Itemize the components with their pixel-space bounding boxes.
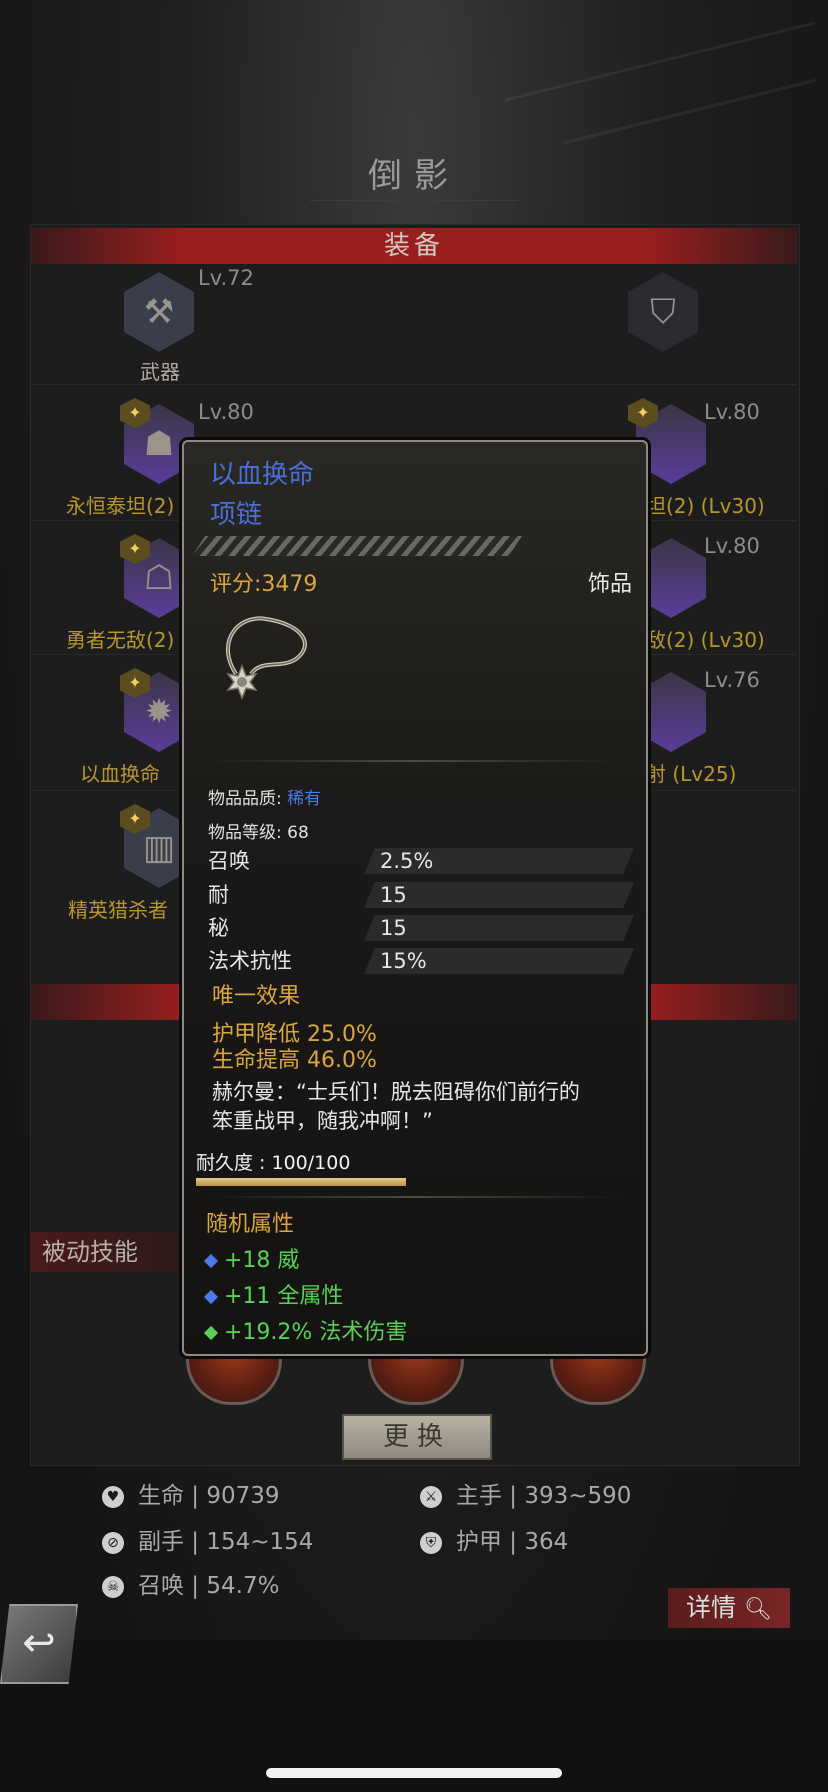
slot-level: Lv.80 xyxy=(198,400,254,424)
stat-text: 副手 | 154~154 xyxy=(138,1529,314,1555)
passive-skills-label: 被动技能 xyxy=(30,1232,192,1272)
swap-button[interactable]: 更换 xyxy=(342,1414,492,1460)
stat-offhand: ⊘ 副手 | 154~154 xyxy=(102,1522,313,1556)
back-arrow-icon: ↩ xyxy=(22,1620,56,1666)
slot-level: Lv.80 xyxy=(704,534,760,558)
slot-name: 武器 xyxy=(140,360,180,384)
stat-text: 召唤 | 54.7% xyxy=(138,1573,280,1599)
slot-name: 精英猎杀者 xyxy=(68,898,168,922)
sword-icon: ⚔ xyxy=(420,1485,442,1508)
slot-level: Lv.76 xyxy=(704,668,760,692)
durability-text: 耐久度 : 100/100 xyxy=(196,1152,351,1174)
unique-effect-line: 生命提高 46.0% xyxy=(212,1048,377,1073)
stat-health: ♥ 生命 | 90739 xyxy=(102,1476,280,1510)
axe-icon: ⚒ xyxy=(143,292,175,332)
stat-text: 主手 | 393~590 xyxy=(456,1483,632,1509)
item-score: 评分:3479 xyxy=(210,572,318,597)
quality-label: 物品品质: xyxy=(208,789,288,809)
stat-label: 秘 xyxy=(208,916,229,940)
stat-summon: ☠ 召唤 | 54.7% xyxy=(102,1566,279,1600)
slot-level: Lv.72 xyxy=(198,266,254,290)
stat-value: 15 xyxy=(380,916,407,940)
quote-line: 笨重战甲，随我冲啊！” xyxy=(212,1109,433,1133)
random-attr-line: +11 全属性 xyxy=(203,1278,344,1310)
stat-value: 2.5% xyxy=(380,849,434,873)
random-attr-line: +19.2% 法术伤害 xyxy=(203,1314,408,1346)
item-quality: 物品品质: 稀有 xyxy=(208,784,321,809)
slot-name: 敌(2) (Lv30) xyxy=(646,628,765,652)
stat-mainhand: ⚔ 主手 | 393~590 xyxy=(420,1476,631,1510)
blue-gem-icon xyxy=(203,1289,219,1305)
slot-level: Lv.80 xyxy=(704,400,760,424)
slot-name: 勇者无敌(2) xyxy=(66,628,175,652)
title-divider xyxy=(310,200,518,201)
item-stat-row: 耐 15 xyxy=(204,880,634,910)
tooltip-stripe-divider xyxy=(192,536,522,556)
stat-value: 15 xyxy=(380,883,407,907)
stat-text: 生命 | 90739 xyxy=(138,1483,280,1509)
stat-label: 召唤 xyxy=(208,849,250,873)
heart-icon: ♥ xyxy=(102,1485,124,1508)
durability-fill xyxy=(196,1178,406,1186)
durability-bar xyxy=(196,1178,406,1186)
random-attr-text: +11 全属性 xyxy=(224,1284,344,1309)
blue-gem-icon xyxy=(203,1253,219,1269)
equipment-header: 装备 xyxy=(30,228,798,264)
random-attr-title: 随机属性 xyxy=(206,1212,295,1237)
item-level: 物品等级: 68 xyxy=(208,823,309,843)
item-stat-row: 召唤 2.5% xyxy=(204,846,634,876)
slot-name: 以血换命 xyxy=(80,762,160,786)
item-lore-quote: 赫尔曼：“士兵们！脱去阻碍你们前行的 笨重战甲，随我冲啊！” xyxy=(212,1078,632,1136)
random-attr-line: +18 威 xyxy=(203,1242,300,1274)
page-title: 倒影 xyxy=(368,156,460,196)
random-attr-text: +19.2% 法术伤害 xyxy=(224,1320,408,1345)
item-type: 项链 xyxy=(210,500,263,530)
shield-slot-icon: ⛉ xyxy=(650,292,676,332)
item-name: 以血换命 xyxy=(210,460,315,490)
home-indicator[interactable] xyxy=(266,1768,562,1778)
stat-label: 耐 xyxy=(208,883,229,907)
unique-effect-title: 唯一效果 xyxy=(212,984,301,1009)
summon-icon: ☠ xyxy=(102,1575,124,1598)
green-gem-icon xyxy=(203,1325,219,1341)
slot-name: 射 (Lv25) xyxy=(646,762,737,786)
necklace-item-icon xyxy=(225,616,307,701)
slot-name: 坦(2) (Lv30) xyxy=(646,494,765,518)
details-button[interactable]: 详情 🔍︎ xyxy=(668,1588,790,1628)
magnifier-icon: 🔍︎ xyxy=(744,1597,772,1622)
stat-text: 护甲 | 364 xyxy=(456,1529,569,1555)
back-button[interactable]: ↩ xyxy=(0,1604,78,1684)
item-stat-row: 秘 15 xyxy=(204,913,634,943)
stat-value: 15% xyxy=(380,949,427,973)
random-attr-text: +18 威 xyxy=(224,1248,300,1273)
quote-line: 赫尔曼：“士兵们！脱去阻碍你们前行的 xyxy=(212,1080,580,1104)
stat-label: 法术抗性 xyxy=(208,949,292,973)
details-label: 详情 xyxy=(686,1593,737,1622)
quality-value: 稀有 xyxy=(287,789,322,809)
stat-armor: ⛨ 护甲 | 364 xyxy=(420,1522,568,1556)
item-category: 饰品 xyxy=(587,572,632,597)
item-tooltip: 以血换命 项链 评分:3479 饰品 物品品质: 稀有 物品等级: 68 召唤 … xyxy=(182,440,648,1356)
offhand-icon: ⊘ xyxy=(102,1531,124,1554)
tooltip-divider xyxy=(208,760,618,762)
item-stat-row: 法术抗性 15% xyxy=(204,946,634,976)
tooltip-divider xyxy=(208,1196,618,1198)
shield-icon: ⛨ xyxy=(420,1531,442,1554)
slot-name: 永恒泰坦(2) xyxy=(66,494,175,518)
